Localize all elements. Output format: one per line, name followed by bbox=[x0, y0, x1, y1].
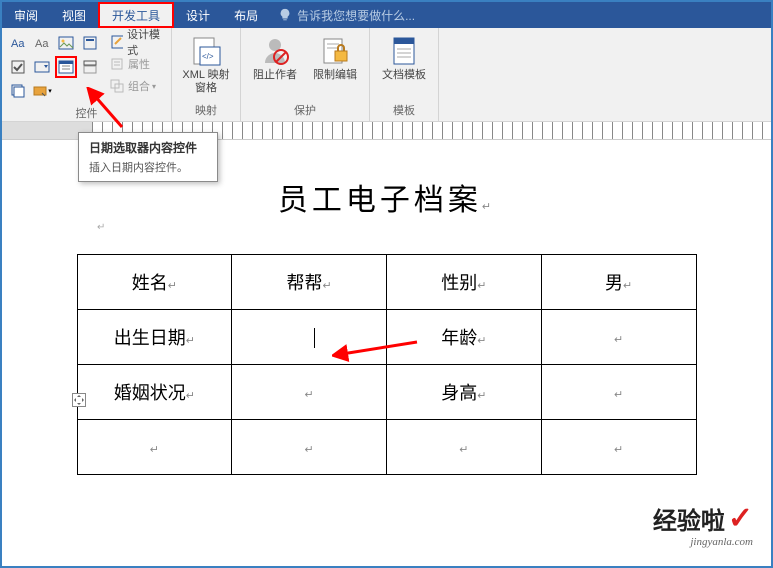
group-icon bbox=[110, 79, 124, 93]
employee-table[interactable]: 姓名↵ 帮帮↵ 性别↵ 男↵ 出生日期↵ 年龄↵ ↵ 婚姻状况↵ ↵ 身高↵ ↵… bbox=[77, 254, 697, 475]
group-button[interactable]: 组合▾ bbox=[106, 75, 167, 97]
ribbon: Aa Aa ▾ 设计模式 bbox=[2, 28, 771, 122]
repeating-control-button[interactable] bbox=[7, 80, 29, 102]
tab-design[interactable]: 设计 bbox=[174, 2, 222, 28]
plain-text-control-button[interactable]: Aa bbox=[31, 32, 53, 54]
xml-mapping-pane-button[interactable]: </> XML 映射窗格 bbox=[176, 31, 236, 100]
date-picker-control-button[interactable] bbox=[55, 56, 77, 78]
table-row[interactable]: 姓名↵ 帮帮↵ 性别↵ 男↵ bbox=[77, 255, 696, 310]
table-cell[interactable]: 婚姻状况↵ bbox=[77, 365, 232, 420]
controls-group-label: 控件 bbox=[6, 103, 167, 124]
tab-developer[interactable]: 开发工具 bbox=[98, 2, 174, 28]
restrict-edit-icon bbox=[319, 35, 351, 67]
tooltip-title: 日期选取器内容控件 bbox=[89, 139, 207, 156]
design-mode-icon bbox=[110, 34, 123, 50]
table-row[interactable]: ↵ ↵ ↵ ↵ bbox=[77, 420, 696, 475]
rich-text-control-button[interactable]: Aa bbox=[7, 32, 29, 54]
svg-text:</>: </> bbox=[202, 52, 214, 61]
table-cell[interactable]: ↵ bbox=[387, 420, 542, 475]
document-area[interactable]: 员工电子档案↵ ↵ 姓名↵ 帮帮↵ 性别↵ 男↵ 出生日期↵ 年龄↵ ↵ 婚姻状… bbox=[2, 140, 771, 475]
table-cell[interactable]: ↵ bbox=[541, 420, 696, 475]
xml-mapping-icon: </> bbox=[190, 35, 222, 67]
document-template-icon bbox=[388, 35, 420, 67]
table-cell[interactable]: 身高↵ bbox=[387, 365, 542, 420]
block-authors-icon bbox=[259, 35, 291, 67]
properties-button[interactable]: 属性 bbox=[106, 53, 167, 75]
svg-text:Aa: Aa bbox=[11, 38, 25, 50]
table-cell-dob-value[interactable] bbox=[232, 310, 387, 365]
ribbon-group-protect: 阻止作者 限制编辑 保护 bbox=[241, 28, 370, 121]
legacy-tools-button[interactable]: ▾ bbox=[31, 80, 53, 102]
mapping-group-label: 映射 bbox=[176, 100, 236, 121]
lightbulb-icon bbox=[278, 8, 292, 22]
tell-me-search[interactable]: 告诉我您想要做什么... bbox=[270, 2, 423, 28]
svg-text:Aa: Aa bbox=[35, 38, 49, 50]
ribbon-group-mapping: </> XML 映射窗格 映射 bbox=[172, 28, 241, 121]
tab-layout[interactable]: 布局 bbox=[222, 2, 270, 28]
restrict-editing-button[interactable]: 限制编辑 bbox=[305, 31, 365, 100]
tab-view[interactable]: 视图 bbox=[50, 2, 98, 28]
combobox-control-button[interactable] bbox=[31, 56, 53, 78]
dropdown-control-button[interactable] bbox=[79, 56, 101, 78]
table-cell[interactable]: ↵ bbox=[541, 365, 696, 420]
picture-control-button[interactable] bbox=[55, 32, 77, 54]
tab-review[interactable]: 审阅 bbox=[2, 2, 50, 28]
table-cell[interactable]: 帮帮↵ bbox=[232, 255, 387, 310]
table-cell[interactable]: 出生日期↵ bbox=[77, 310, 232, 365]
date-picker-tooltip: 日期选取器内容控件 插入日期内容控件。 bbox=[78, 132, 218, 182]
table-cell[interactable]: ↵ bbox=[232, 365, 387, 420]
design-mode-button[interactable]: 设计模式 bbox=[106, 31, 167, 53]
template-group-label: 模板 bbox=[374, 100, 434, 121]
table-cell[interactable]: 年龄↵ bbox=[387, 310, 542, 365]
table-cell[interactable]: 性别↵ bbox=[387, 255, 542, 310]
document-template-button[interactable]: 文档模板 bbox=[374, 31, 434, 100]
table-cell[interactable]: ↵ bbox=[232, 420, 387, 475]
building-block-control-button[interactable] bbox=[79, 32, 101, 54]
checkmark-icon: ✓ bbox=[728, 501, 753, 536]
watermark: 经验啦✓ jingyanla.com bbox=[653, 501, 753, 548]
ribbon-tabs: 审阅 视图 开发工具 设计 布局 告诉我您想要做什么... bbox=[2, 2, 771, 28]
table-cell[interactable]: 男↵ bbox=[541, 255, 696, 310]
properties-icon bbox=[110, 57, 124, 71]
table-cell[interactable]: ↵ bbox=[541, 310, 696, 365]
tooltip-description: 插入日期内容控件。 bbox=[89, 159, 207, 175]
ribbon-group-controls: Aa Aa ▾ 设计模式 bbox=[2, 28, 172, 121]
protect-group-label: 保护 bbox=[245, 100, 365, 121]
table-cell[interactable]: 姓名↵ bbox=[77, 255, 232, 310]
ribbon-group-template: 文档模板 模板 bbox=[370, 28, 439, 121]
checkbox-control-button[interactable] bbox=[7, 56, 29, 78]
table-cell[interactable]: ↵ bbox=[77, 420, 232, 475]
block-authors-button[interactable]: 阻止作者 bbox=[245, 31, 305, 100]
table-row[interactable]: 婚姻状况↵ ↵ 身高↵ ↵ bbox=[77, 365, 696, 420]
paragraph-mark: ↵ bbox=[97, 222, 105, 233]
table-row[interactable]: 出生日期↵ 年龄↵ ↵ bbox=[77, 310, 696, 365]
